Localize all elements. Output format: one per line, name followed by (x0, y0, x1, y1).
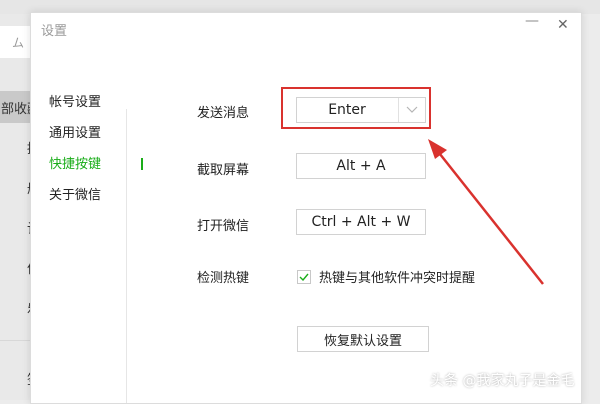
send-message-value: Enter (328, 102, 366, 118)
close-icon[interactable]: ✕ (557, 17, 569, 33)
open-wechat-label: 打开微信 (197, 219, 250, 234)
hotkey-conflict-checkbox-label: 热键与其他软件冲突时提醒 (319, 271, 476, 286)
nav-divider (126, 109, 127, 403)
nav-item-general-settings[interactable]: 通用设置 (49, 124, 129, 155)
chevron-down-icon[interactable] (398, 98, 425, 122)
hotkey-conflict-checkbox[interactable] (297, 269, 311, 284)
send-message-label: 发送消息 (197, 106, 250, 121)
hotkey-conflict-option[interactable]: 热键与其他软件冲突时提醒 (297, 267, 475, 286)
background-search-glyph: ム (12, 36, 25, 50)
detect-hotkey-label: 检测热键 (197, 271, 250, 286)
settings-nav: 帐号设置 通用设置 快捷按键 关于微信 (49, 93, 143, 217)
restore-defaults-button[interactable]: 恢复默认设置 (297, 326, 429, 352)
screenshot-label: 截取屏幕 (197, 163, 250, 178)
check-icon (299, 273, 309, 281)
nav-item-shortcuts[interactable]: 快捷按键 (49, 155, 143, 186)
nav-active-indicator (141, 158, 143, 170)
window-title: 设置 (41, 24, 68, 39)
nav-item-about[interactable]: 关于微信 (49, 186, 129, 217)
watermark: 头条 @我家丸子是金毛 (430, 373, 575, 389)
minimize-icon[interactable]: — (525, 13, 539, 29)
nav-item-account-settings[interactable]: 帐号设置 (49, 93, 129, 124)
settings-window: 设置 — ✕ 帐号设置 通用设置 快捷按键 关于微信 发送消息 Enter 截取… (30, 12, 582, 404)
send-message-dropdown[interactable]: Enter (296, 97, 426, 123)
screenshot-hotkey-field[interactable]: Alt + A (296, 153, 426, 179)
open-wechat-hotkey-field[interactable]: Ctrl + Alt + W (296, 209, 426, 235)
nav-item-label: 快捷按键 (49, 157, 102, 172)
